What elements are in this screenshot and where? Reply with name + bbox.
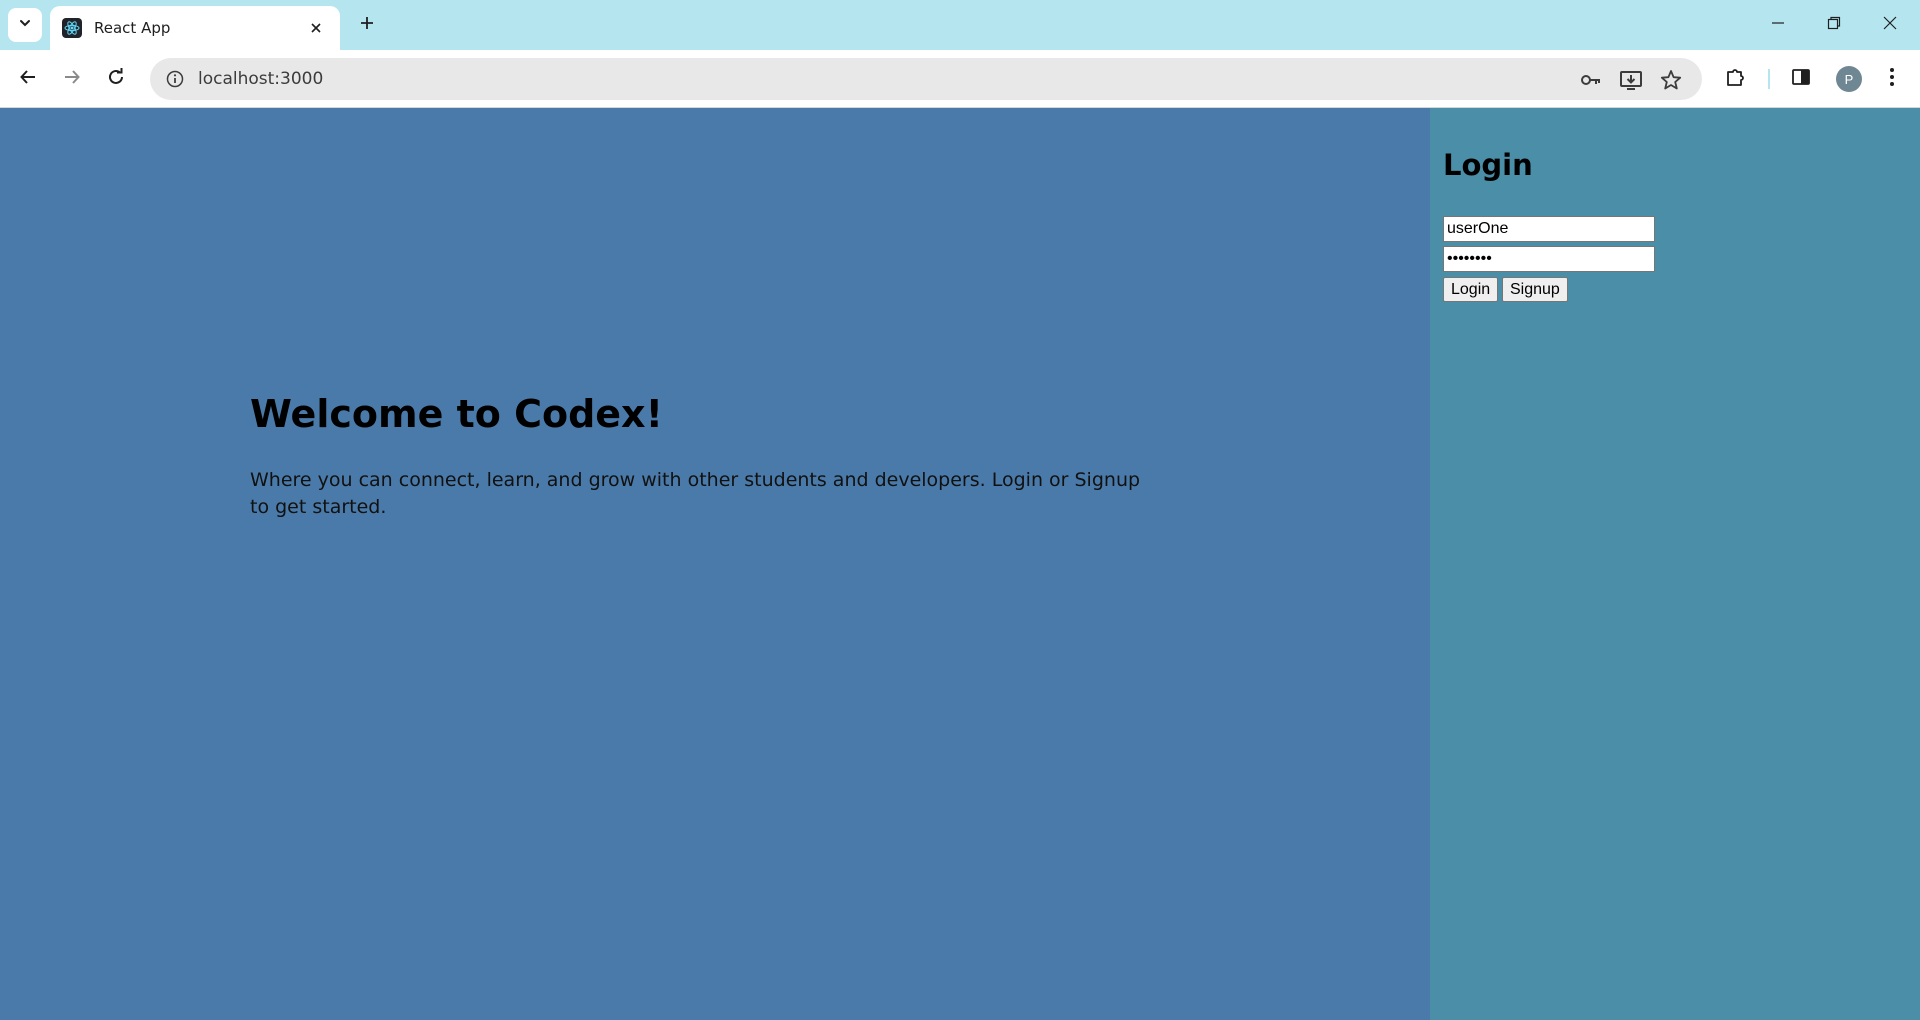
menu-button[interactable]: [1878, 65, 1906, 93]
signup-button[interactable]: Signup: [1502, 277, 1568, 302]
tab-search-button[interactable]: [8, 8, 42, 42]
welcome-description: Where you can connect, learn, and grow w…: [250, 469, 1141, 518]
browser-toolbar: localhost:3000 P: [0, 50, 1920, 108]
install-app-icon[interactable]: [1618, 67, 1644, 93]
toolbar-divider: [1768, 69, 1770, 89]
minimize-button[interactable]: [1750, 0, 1806, 50]
new-tab-button[interactable]: [352, 10, 382, 40]
tab-title: React App: [94, 19, 171, 37]
restore-icon: [1827, 16, 1841, 35]
password-field[interactable]: [1443, 246, 1655, 272]
page-content: Welcome to Codex! Where you can connect,…: [0, 108, 1920, 1020]
kebab-menu-icon: [1889, 67, 1895, 92]
reload-icon: [107, 67, 125, 91]
restore-button[interactable]: [1806, 0, 1862, 50]
back-arrow-icon: [19, 68, 37, 91]
username-field[interactable]: [1443, 216, 1655, 242]
plus-icon: [359, 15, 375, 36]
browser-tab[interactable]: React App: [50, 6, 340, 50]
info-icon[interactable]: [164, 68, 186, 90]
close-tab-icon[interactable]: [304, 16, 328, 40]
forward-button[interactable]: [56, 63, 88, 95]
login-button[interactable]: Login: [1443, 277, 1499, 302]
star-icon[interactable]: [1658, 67, 1684, 93]
login-heading: Login: [1443, 148, 1533, 182]
forward-arrow-icon: [63, 68, 81, 91]
reload-button[interactable]: [100, 63, 132, 95]
page-title: Welcome to Codex!: [250, 392, 663, 436]
login-panel: Login Login Signup: [1430, 108, 1920, 1020]
react-logo-icon: [62, 18, 82, 38]
url-text: localhost:3000: [198, 69, 324, 89]
welcome-panel: Welcome to Codex! Where you can connect,…: [0, 108, 1430, 1020]
key-icon[interactable]: [1578, 67, 1604, 93]
extensions-button[interactable]: [1722, 65, 1750, 93]
tab-strip: React App: [0, 0, 1920, 50]
profile-avatar[interactable]: P: [1836, 66, 1862, 92]
side-panel-button[interactable]: [1787, 65, 1815, 93]
close-window-button[interactable]: [1862, 0, 1918, 50]
address-bar[interactable]: localhost:3000: [150, 58, 1702, 100]
back-button[interactable]: [12, 63, 44, 95]
puzzle-icon: [1725, 66, 1747, 93]
side-panel-icon: [1791, 67, 1811, 92]
minimize-icon: [1771, 16, 1785, 35]
chevron-down-icon: [18, 16, 32, 35]
close-icon: [1883, 16, 1897, 35]
